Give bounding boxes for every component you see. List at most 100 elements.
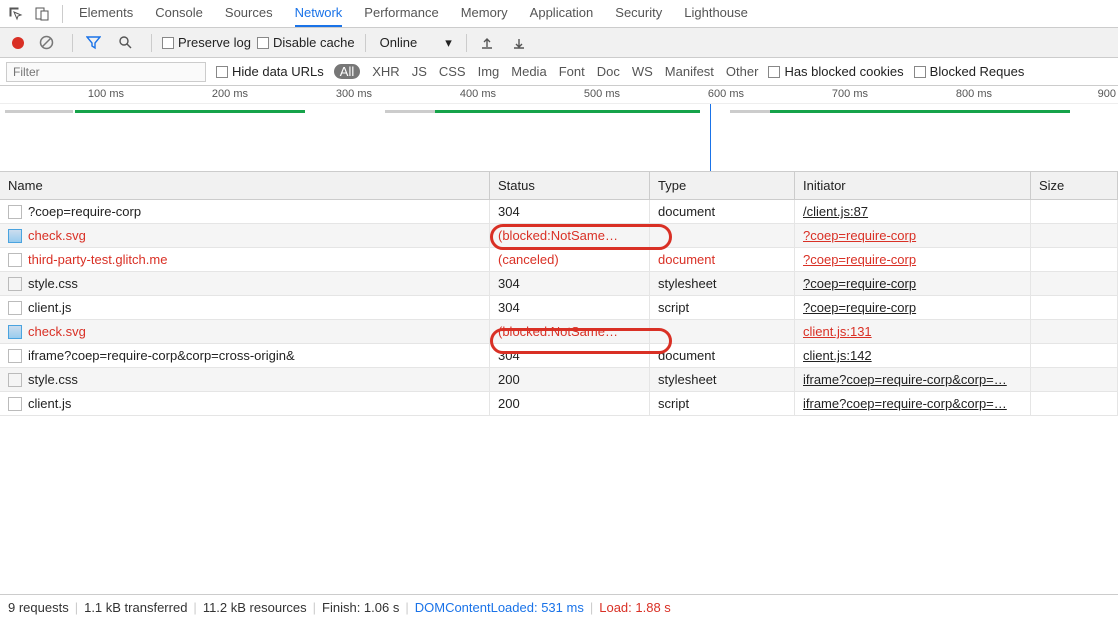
overview-timeline[interactable]: 100 ms200 ms300 ms400 ms500 ms600 ms700 …	[0, 86, 1118, 172]
record-button[interactable]	[12, 37, 24, 49]
request-status: 304	[490, 200, 650, 224]
request-size	[1031, 320, 1118, 344]
request-size	[1031, 200, 1118, 224]
request-size	[1031, 344, 1118, 368]
initiator-link[interactable]: ?coep=require-corp	[803, 252, 916, 267]
table-row[interactable]: style.css304stylesheet?coep=require-corp	[0, 272, 1118, 296]
col-status[interactable]: Status	[490, 172, 650, 199]
overview-ticks: 100 ms200 ms300 ms400 ms500 ms600 ms700 …	[0, 86, 1118, 104]
tick: 400 ms	[460, 88, 496, 100]
tab-security[interactable]: Security	[615, 0, 662, 27]
tab-sources[interactable]: Sources	[225, 0, 273, 27]
grid-body: ?coep=require-corp304document/client.js:…	[0, 200, 1118, 594]
tab-performance[interactable]: Performance	[364, 0, 438, 27]
filter-type-ws[interactable]: WS	[632, 64, 653, 79]
device-toggle-icon[interactable]	[32, 4, 52, 24]
request-size	[1031, 392, 1118, 416]
tab-console[interactable]: Console	[155, 0, 203, 27]
document-file-icon	[8, 349, 22, 363]
request-name: client.js	[28, 300, 71, 315]
filter-type-font[interactable]: Font	[559, 64, 585, 79]
request-name: third-party-test.glitch.me	[28, 252, 167, 267]
inspect-icon[interactable]	[6, 4, 26, 24]
table-row[interactable]: style.css200stylesheetiframe?coep=requir…	[0, 368, 1118, 392]
throttling-select[interactable]: Online ▾	[376, 35, 456, 51]
initiator-link[interactable]: ?coep=require-corp	[803, 228, 916, 243]
table-row[interactable]: iframe?coep=require-corp&corp=cross-orig…	[0, 344, 1118, 368]
tick: 500 ms	[584, 88, 620, 100]
col-size[interactable]: Size	[1031, 172, 1118, 199]
col-type[interactable]: Type	[650, 172, 795, 199]
has-blocked-cookies-label: Has blocked cookies	[784, 64, 903, 79]
initiator-link[interactable]: client.js:142	[803, 348, 872, 363]
tab-lighthouse[interactable]: Lighthouse	[684, 0, 748, 27]
tab-network[interactable]: Network	[295, 0, 343, 27]
filter-type-manifest[interactable]: Manifest	[665, 64, 714, 79]
filter-type-all[interactable]: All	[334, 64, 360, 79]
request-name: ?coep=require-corp	[28, 204, 141, 219]
filter-type-xhr[interactable]: XHR	[372, 64, 399, 79]
request-type: document	[650, 344, 795, 368]
disable-cache-checkbox[interactable]: Disable cache	[257, 35, 355, 50]
download-har-icon[interactable]	[509, 33, 529, 53]
request-type: document	[650, 200, 795, 224]
tab-application[interactable]: Application	[530, 0, 594, 27]
dcl-marker	[710, 104, 711, 171]
preserve-log-checkbox[interactable]: Preserve log	[162, 35, 251, 50]
search-icon[interactable]	[115, 33, 135, 53]
divider	[151, 34, 152, 52]
blocked-requests-checkbox[interactable]: Blocked Reques	[914, 64, 1025, 79]
filter-types: All XHR JS CSS Img Media Font Doc WS Manifest Othe…	[334, 64, 759, 79]
table-row[interactable]: check.svg(blocked:NotSame…client.js:131	[0, 320, 1118, 344]
status-finish: Finish: 1.06 s	[322, 600, 399, 615]
filter-input[interactable]	[6, 62, 206, 82]
filter-type-css[interactable]: CSS	[439, 64, 466, 79]
initiator-link[interactable]: ?coep=require-corp	[803, 300, 916, 315]
col-initiator[interactable]: Initiator	[795, 172, 1031, 199]
request-grid: Name Status Type Initiator Size ?coep=re…	[0, 172, 1118, 594]
request-name: style.css	[28, 372, 78, 387]
filter-type-media[interactable]: Media	[511, 64, 546, 79]
clear-icon[interactable]	[36, 33, 56, 53]
col-name[interactable]: Name	[0, 172, 490, 199]
filter-icon[interactable]	[83, 33, 103, 53]
initiator-link[interactable]: iframe?coep=require-corp&corp=…	[803, 396, 1007, 411]
table-row[interactable]: client.js200scriptiframe?coep=require-co…	[0, 392, 1118, 416]
request-name: client.js	[28, 396, 71, 411]
has-blocked-cookies-checkbox[interactable]: Has blocked cookies	[768, 64, 903, 79]
grid-header: Name Status Type Initiator Size	[0, 172, 1118, 200]
upload-har-icon[interactable]	[477, 33, 497, 53]
table-row[interactable]: third-party-test.glitch.me(canceled)docu…	[0, 248, 1118, 272]
request-size	[1031, 368, 1118, 392]
filter-type-js[interactable]: JS	[412, 64, 427, 79]
request-type	[650, 224, 795, 248]
document-file-icon	[8, 397, 22, 411]
document-file-icon	[8, 277, 22, 291]
filter-toolbar: Hide data URLs All XHR JS CSS Img Media Font Do…	[0, 58, 1118, 86]
request-size	[1031, 296, 1118, 320]
tab-memory[interactable]: Memory	[461, 0, 508, 27]
document-file-icon	[8, 301, 22, 315]
filter-type-doc[interactable]: Doc	[597, 64, 620, 79]
request-type	[650, 320, 795, 344]
request-name: check.svg	[28, 228, 86, 243]
table-row[interactable]: check.svg(blocked:NotSame…?coep=require-…	[0, 224, 1118, 248]
request-status: (blocked:NotSame…	[490, 320, 650, 344]
table-row[interactable]: client.js304script?coep=require-corp	[0, 296, 1118, 320]
request-type: script	[650, 392, 795, 416]
request-size	[1031, 248, 1118, 272]
tab-elements[interactable]: Elements	[79, 0, 133, 27]
divider	[62, 5, 63, 23]
initiator-link[interactable]: iframe?coep=require-corp&corp=…	[803, 372, 1007, 387]
initiator-link[interactable]: ?coep=require-corp	[803, 276, 916, 291]
hide-data-urls-checkbox[interactable]: Hide data URLs	[216, 64, 324, 79]
filter-type-other[interactable]: Other	[726, 64, 759, 79]
filter-type-img[interactable]: Img	[478, 64, 500, 79]
divider	[365, 34, 366, 52]
divider	[466, 34, 467, 52]
initiator-link[interactable]: client.js:131	[803, 324, 872, 339]
network-toolbar: Preserve log Disable cache Online ▾	[0, 28, 1118, 58]
hide-data-urls-label: Hide data URLs	[232, 64, 324, 79]
table-row[interactable]: ?coep=require-corp 304document/client.js:…	[0, 200, 1118, 224]
initiator-link[interactable]: /client.js:87	[803, 204, 868, 219]
